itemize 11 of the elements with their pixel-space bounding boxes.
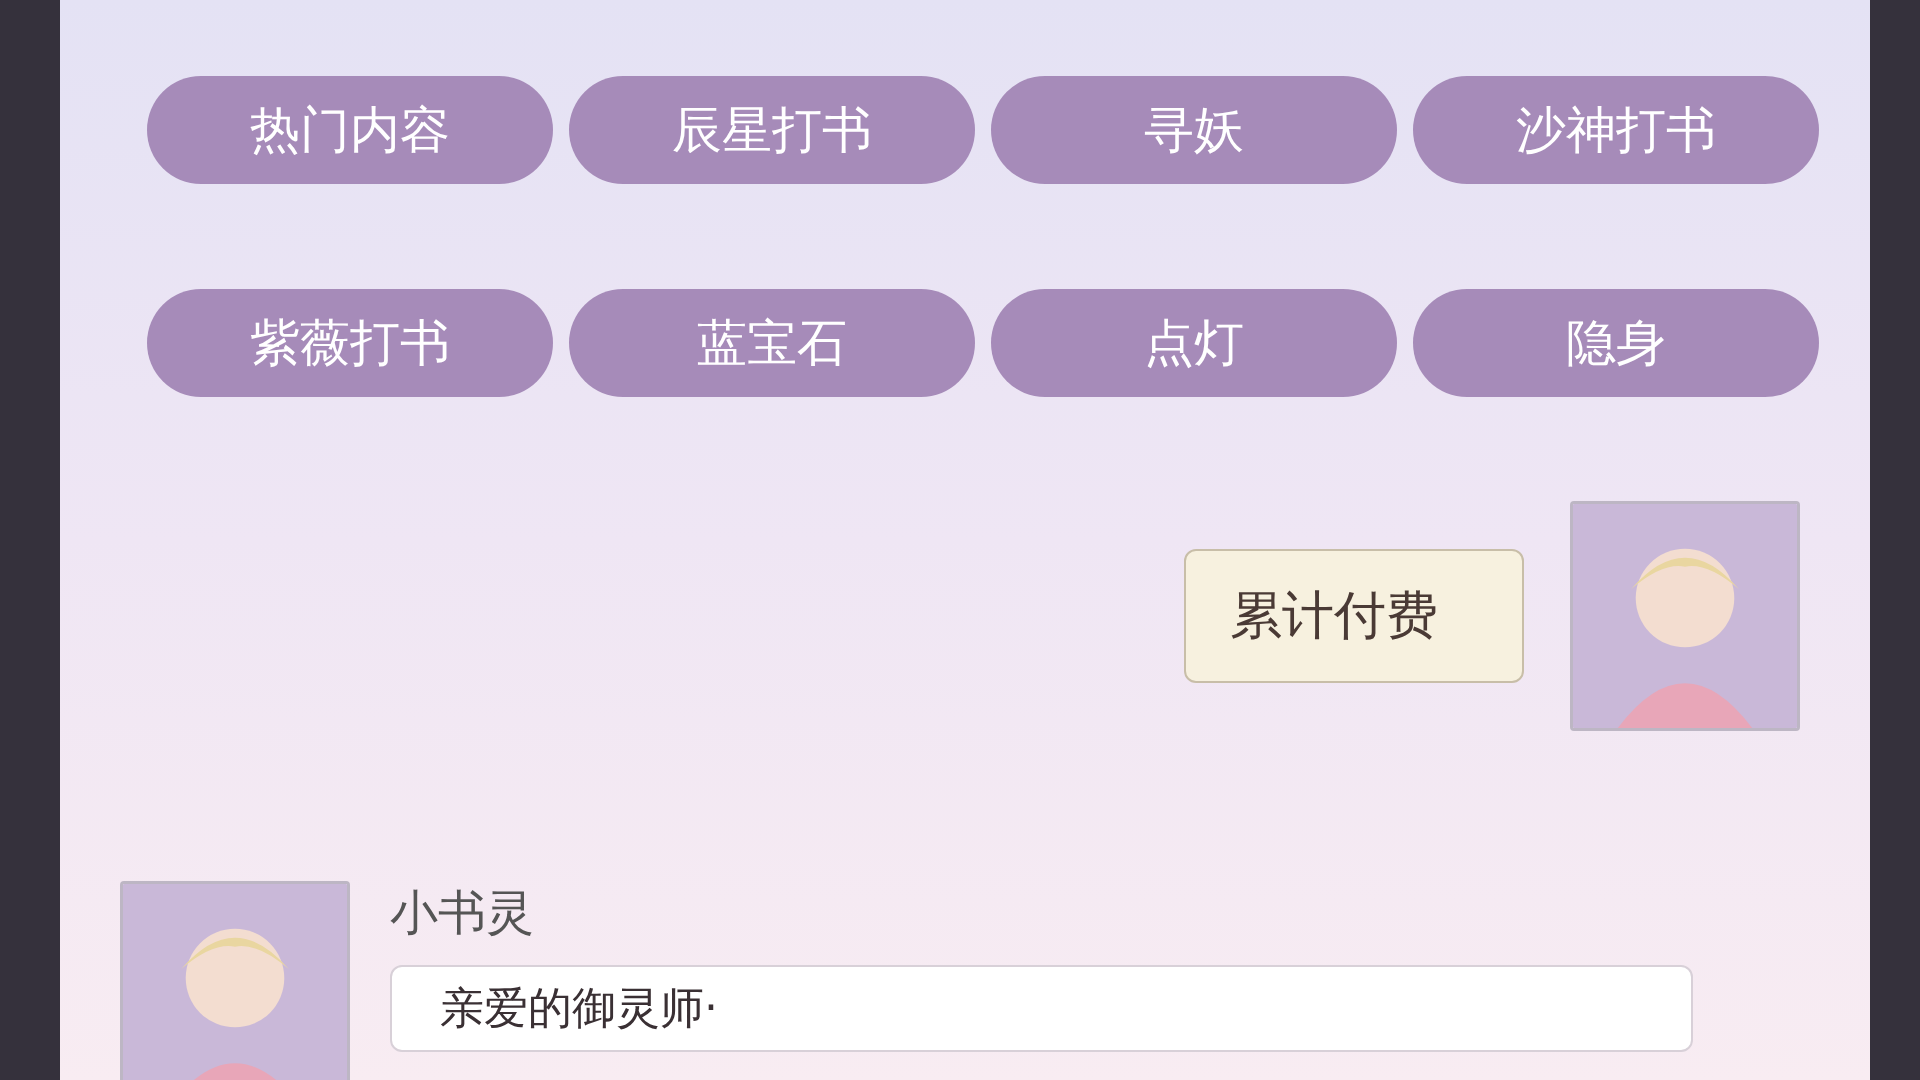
menu-button[interactable]: 点灯 <box>991 289 1397 397</box>
menu-button[interactable]: 辰星打书 <box>569 76 975 184</box>
menu-button[interactable]: 沙神打书 <box>1413 76 1819 184</box>
menu-button[interactable]: 隐身 <box>1413 289 1819 397</box>
menu-button[interactable]: 紫薇打书 <box>147 289 553 397</box>
menu-button[interactable]: 寻妖 <box>991 76 1397 184</box>
sender-name: 小书灵 <box>390 883 535 942</box>
chat-bubble: 亲爱的御灵师· <box>390 965 1693 1052</box>
menu-button[interactable]: 蓝宝石 <box>569 289 975 397</box>
menu-button[interactable]: 热门内容 <box>147 76 553 184</box>
chat-bubble: 累计付费 <box>1184 549 1524 683</box>
